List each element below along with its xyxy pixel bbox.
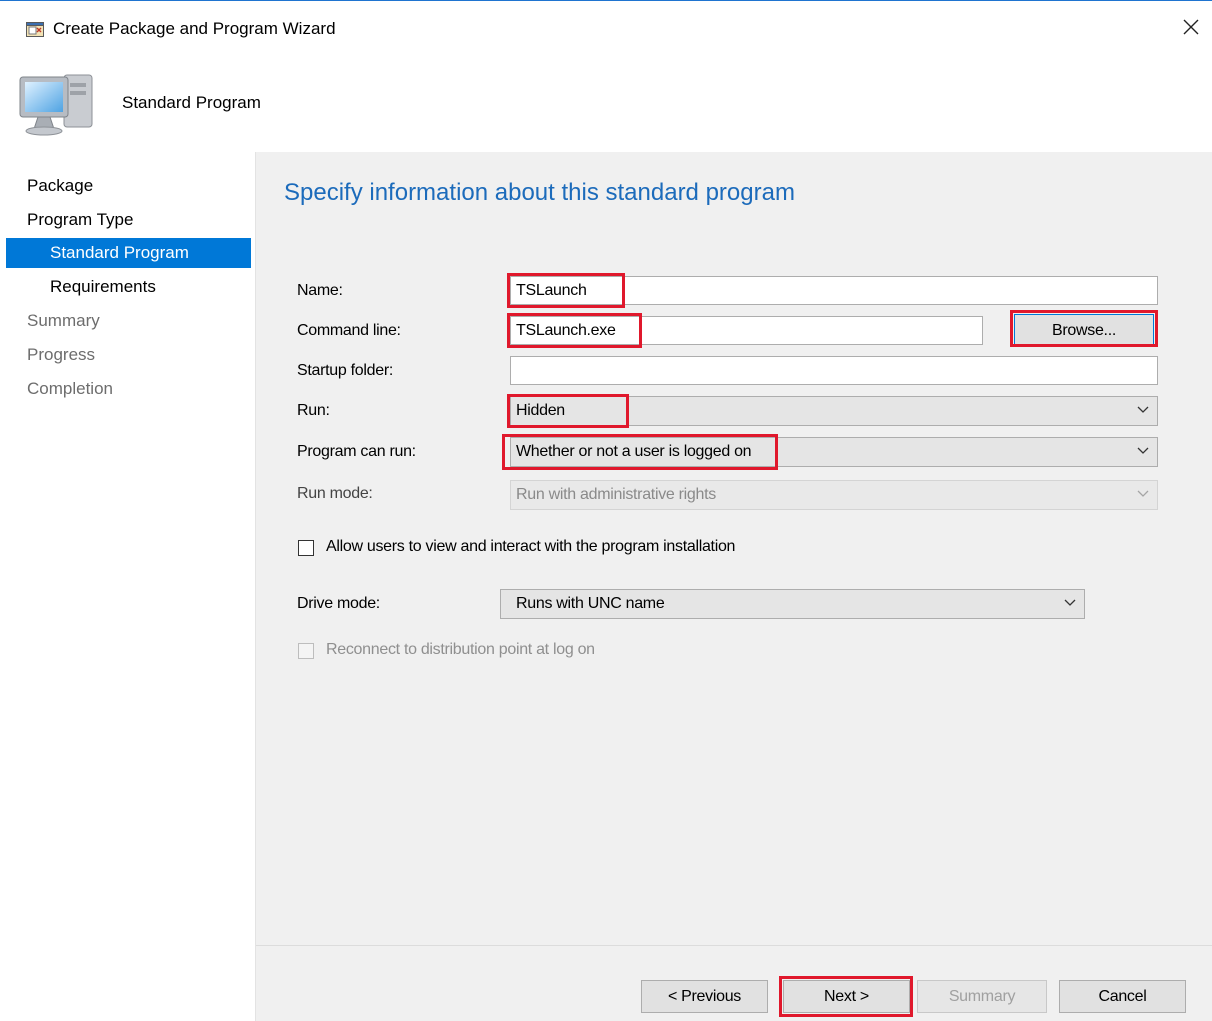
header-title: Standard Program [122, 93, 261, 112]
program-can-run-select[interactable]: Whether or not a user is logged on [510, 437, 1158, 467]
reconnect-checkbox [298, 643, 314, 659]
program-can-run-label: Program can run: [297, 443, 416, 460]
sidebar-item-label: Summary [27, 311, 100, 330]
allow-users-checkbox[interactable] [298, 540, 314, 556]
sidebar-item-package[interactable]: Package [6, 171, 251, 201]
chevron-down-icon [1137, 490, 1149, 497]
sidebar-item-label: Progress [27, 345, 96, 364]
next-button[interactable]: Next > [783, 980, 910, 1013]
wizard-app-icon [26, 22, 44, 37]
reconnect-label: Reconnect to distribution point at log o… [326, 641, 595, 658]
sidebar-item-label: Program Type [27, 210, 134, 229]
run-mode-value: Run with administrative rights [516, 486, 716, 503]
sidebar-item-standard-program[interactable]: Standard Program [6, 238, 251, 268]
command-line-input[interactable]: TSLaunch.exe [510, 316, 983, 345]
allow-users-label: Allow users to view and interact with th… [326, 538, 736, 555]
sidebar-item-requirements[interactable]: Requirements [6, 272, 251, 302]
computer-icon [19, 74, 93, 136]
window-title: Create Package and Program Wizard [53, 19, 336, 38]
wizard-sidebar: Package Program Type Standard Program Re… [0, 152, 255, 1021]
drive-mode-select[interactable]: Runs with UNC name [500, 589, 1085, 619]
sidebar-item-program-type[interactable]: Program Type [6, 205, 251, 235]
sidebar-item-summary: Summary [6, 306, 251, 336]
previous-button[interactable]: < Previous [641, 980, 768, 1013]
wizard-header: Standard Program [0, 45, 1212, 152]
sidebar-item-label: Requirements [50, 277, 156, 296]
drive-mode-label: Drive mode: [297, 595, 380, 612]
program-can-run-value: Whether or not a user is logged on [516, 443, 752, 460]
run-mode-label: Run mode: [297, 485, 373, 502]
drive-mode-value: Runs with UNC name [516, 595, 665, 612]
sidebar-item-completion: Completion [6, 374, 251, 404]
browse-button[interactable]: Browse... [1014, 314, 1154, 347]
sidebar-item-label: Package [27, 176, 94, 195]
sidebar-item-progress: Progress [6, 340, 251, 370]
run-mode-select: Run with administrative rights [510, 480, 1158, 510]
startup-folder-label: Startup folder: [297, 362, 394, 379]
wizard-footer: < Previous Next > Summary Cancel [256, 945, 1212, 1021]
run-select-value: Hidden [516, 402, 565, 419]
sidebar-item-label: Completion [27, 379, 113, 398]
page-heading: Specify information about this standard … [284, 179, 795, 206]
startup-folder-input[interactable] [510, 356, 1158, 385]
name-input[interactable]: TSLaunch [510, 276, 1158, 305]
title-bar: Create Package and Program Wizard [0, 1, 1212, 45]
command-line-label: Command line: [297, 322, 401, 339]
cancel-button[interactable]: Cancel [1059, 980, 1186, 1013]
chevron-down-icon [1137, 447, 1149, 454]
run-label: Run: [297, 402, 330, 419]
chevron-down-icon [1137, 406, 1149, 413]
close-icon[interactable] [1180, 16, 1202, 38]
name-label: Name: [297, 282, 343, 299]
chevron-down-icon [1064, 599, 1076, 606]
run-select[interactable]: Hidden [510, 396, 1158, 426]
main-content: Specify information about this standard … [256, 152, 1212, 945]
sidebar-item-label: Standard Program [50, 243, 189, 262]
summary-button: Summary [917, 980, 1047, 1013]
